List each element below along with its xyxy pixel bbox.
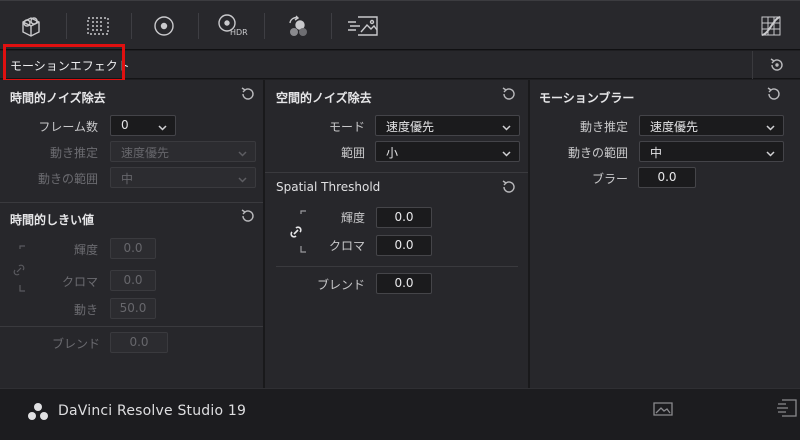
- blur-field[interactable]: 0.0: [638, 167, 696, 188]
- temporal-blend-label: ブレンド: [51, 337, 100, 351]
- motion-range-label: 動きの範囲: [37, 172, 98, 186]
- blur-motion-range-value: 中: [650, 146, 663, 160]
- blur-motion-range-label: 動きの範囲: [567, 146, 628, 160]
- footer: DaVinci Resolve Studio 19: [0, 388, 800, 440]
- frames-value: 0: [121, 118, 129, 132]
- temporal-threshold-title: 時間的しきい値: [10, 213, 95, 227]
- reset-icon: [769, 57, 785, 73]
- grid-dots-icon[interactable]: [83, 11, 113, 41]
- temporal-nr-reset-icon[interactable]: [240, 86, 256, 102]
- camera-track-icon[interactable]: [18, 11, 48, 41]
- link-icon[interactable]: [289, 224, 303, 240]
- radius-value: 小: [386, 146, 399, 160]
- image-export-icon[interactable]: [346, 11, 380, 41]
- temporal-blend-field[interactable]: 0.0: [110, 332, 168, 353]
- link-icon[interactable]: [12, 262, 26, 276]
- spatial-threshold-reset-icon[interactable]: [501, 179, 517, 195]
- circle-target-icon[interactable]: [149, 11, 179, 41]
- temporal-nr-panel: 時間的ノイズ除去 フレーム数 0 動き推定 速度優先 動きの範囲 中 時間的しき…: [0, 80, 263, 388]
- temporal-motion-field[interactable]: 50.0: [110, 298, 156, 319]
- spatial-nr-panel: 空間的ノイズ除去 モード 速度優先 範囲 小 Spatial Threshold…: [265, 80, 528, 388]
- highlight-box: [3, 44, 125, 82]
- temporal-motion-label: 動き: [73, 303, 98, 317]
- davinci-logo-icon: [26, 399, 50, 423]
- edit-page-icon[interactable]: [776, 398, 798, 418]
- mode-dropdown[interactable]: 速度優先: [375, 115, 520, 136]
- spatial-luma-field[interactable]: 0.0: [376, 207, 432, 228]
- spatial-nr-reset-icon[interactable]: [501, 86, 517, 102]
- mode-label: モード: [328, 120, 365, 134]
- spatial-chroma-label: クロマ: [328, 239, 365, 253]
- section-reset-button[interactable]: [752, 51, 800, 79]
- temporal-chroma-label: クロマ: [61, 275, 98, 289]
- app-name: DaVinci Resolve Studio 19: [58, 403, 247, 419]
- frames-label: フレーム数: [38, 120, 98, 134]
- mode-value: 速度優先: [386, 120, 435, 134]
- radius-label: 範囲: [340, 146, 365, 160]
- spatial-chroma-field[interactable]: 0.0: [376, 235, 432, 256]
- temporal-luma-label: 輝度: [73, 243, 98, 257]
- temporal-chroma-field[interactable]: 0.0: [110, 270, 156, 291]
- gallery-icon[interactable]: [652, 400, 674, 418]
- curves-grid-icon[interactable]: [756, 11, 786, 41]
- divider: [0, 202, 263, 203]
- hdr-label: HDR: [230, 28, 248, 37]
- hdr-icon[interactable]: HDR: [214, 11, 248, 41]
- chevron-down-icon: [502, 147, 511, 157]
- blur-motion-est-value: 速度優先: [650, 120, 699, 134]
- blur-label: ブラー: [591, 172, 628, 186]
- spatial-threshold-title: Spatial Threshold: [276, 180, 381, 194]
- frames-dropdown[interactable]: 0: [110, 115, 176, 136]
- motion-blur-panel: モーションブラー 動き推定 速度優先 動きの範囲 中 ブラー 0.0: [530, 80, 800, 388]
- motion-blur-reset-icon[interactable]: [766, 86, 782, 102]
- divider: [0, 326, 263, 327]
- motion-est-dropdown[interactable]: 速度優先: [110, 141, 256, 162]
- temporal-nr-title: 時間的ノイズ除去: [10, 91, 106, 105]
- chevron-down-icon: [238, 147, 247, 157]
- radius-dropdown[interactable]: 小: [375, 141, 520, 162]
- divider: [265, 172, 528, 173]
- color-dots-icon[interactable]: [283, 11, 313, 41]
- motion-range-value: 中: [121, 172, 134, 186]
- spatial-nr-title: 空間的ノイズ除去: [276, 91, 372, 105]
- motion-blur-title: モーションブラー: [539, 91, 635, 105]
- chevron-down-icon: [502, 121, 511, 131]
- toolbar: HDR: [0, 0, 800, 50]
- motion-range-dropdown[interactable]: 中: [110, 167, 256, 188]
- temporal-threshold-reset-icon[interactable]: [240, 208, 256, 224]
- motion-est-value: 速度優先: [121, 146, 170, 160]
- chevron-down-icon: [766, 121, 775, 131]
- blur-motion-est-label: 動き推定: [579, 120, 628, 134]
- spatial-blend-label: ブレンド: [316, 278, 365, 292]
- temporal-luma-field[interactable]: 0.0: [110, 238, 156, 259]
- divider: [276, 266, 518, 267]
- spatial-luma-label: 輝度: [340, 211, 365, 225]
- blur-motion-est-dropdown[interactable]: 速度優先: [639, 115, 784, 136]
- spatial-blend-field[interactable]: 0.0: [376, 273, 432, 294]
- blur-motion-range-dropdown[interactable]: 中: [639, 141, 784, 162]
- chevron-down-icon: [238, 173, 247, 183]
- chevron-down-icon: [158, 121, 167, 131]
- chevron-down-icon: [766, 147, 775, 157]
- motion-est-label: 動き推定: [49, 146, 98, 160]
